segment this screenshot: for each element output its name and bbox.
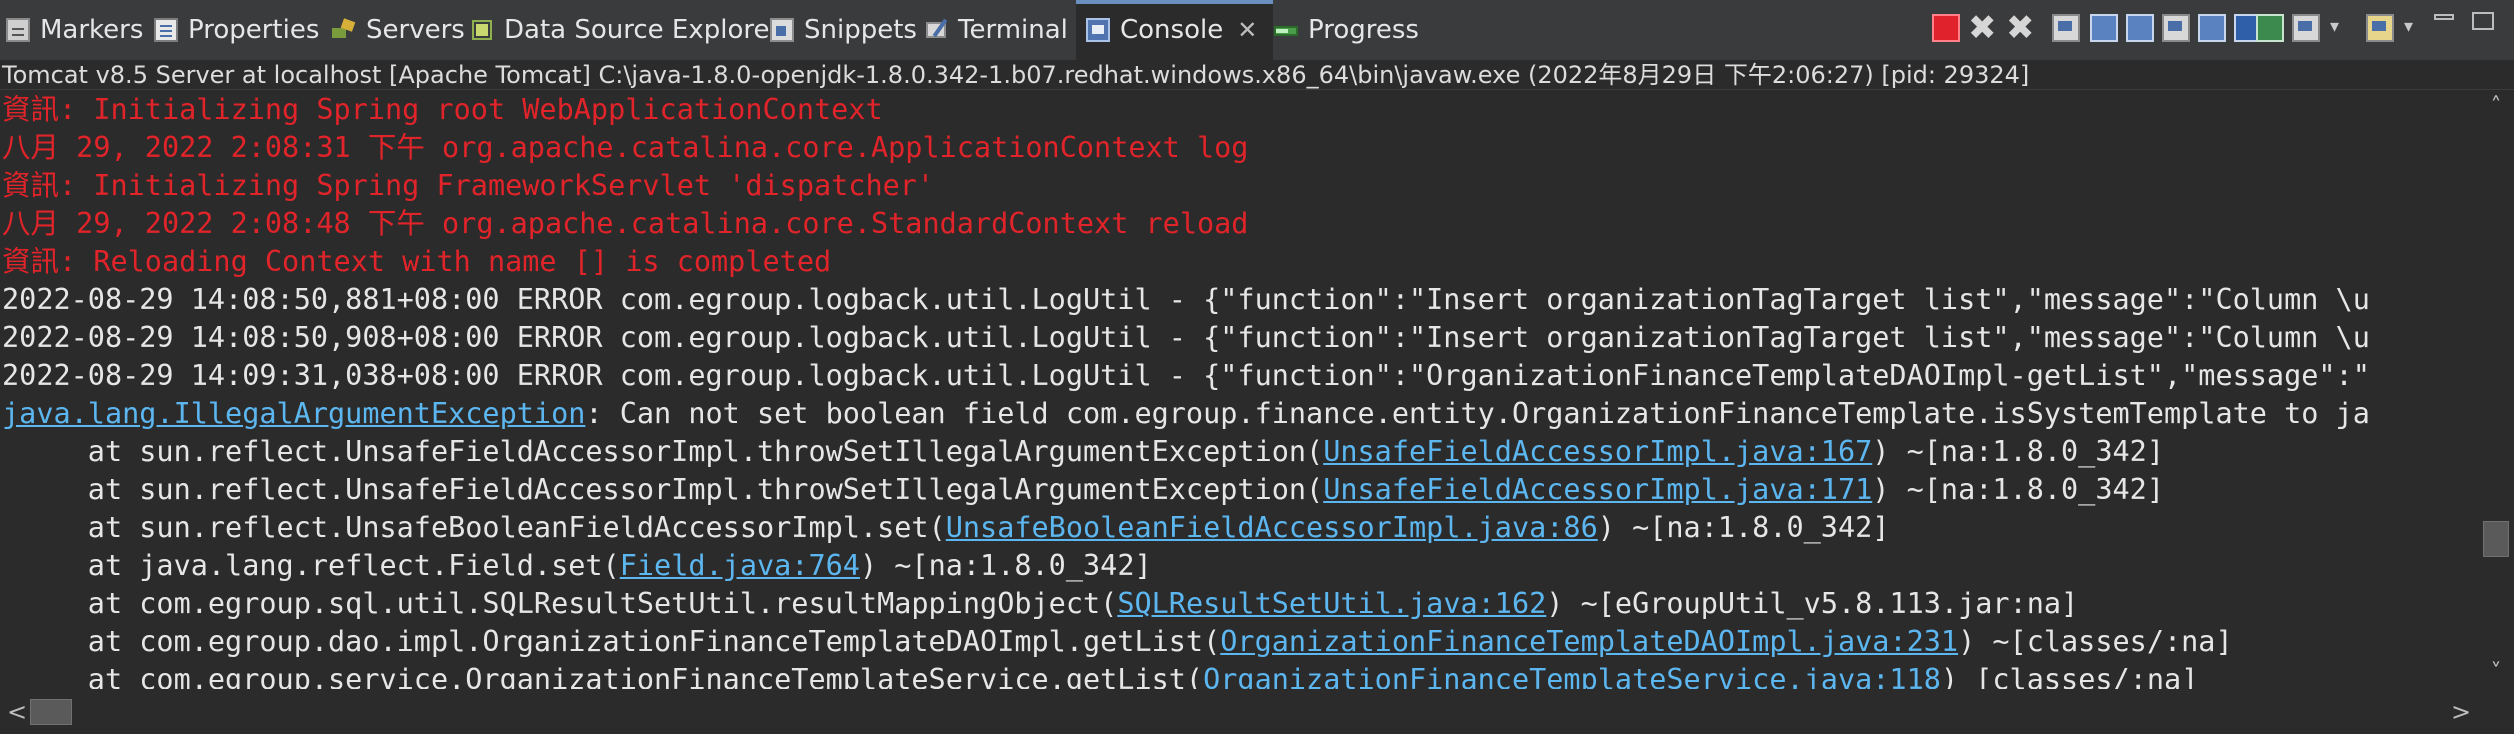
console-line: 資訊: Reloading Context with name [] is co…	[2, 243, 831, 281]
tab-properties-label: Properties	[188, 15, 320, 45]
word-wrap-icon[interactable]	[2126, 14, 2154, 42]
stack-trace-link[interactable]: SQLResultSetUtil.java:162	[1117, 587, 1546, 620]
stack-trace-link[interactable]: java.lang.IllegalArgumentException	[2, 397, 585, 430]
console-line: at com.egroup.service.OrganizationFinanc…	[2, 661, 2199, 689]
tab-progress[interactable]: Progress	[1274, 0, 1419, 60]
console-text: at sun.reflect.UnsafeFieldAccessorImpl.t…	[2, 435, 1324, 468]
display-selected-console-icon[interactable]	[2256, 14, 2284, 42]
console-text: at com.egroup.sql.util.SQLResultSetUtil.…	[2, 587, 1118, 620]
tab-console-label: Console	[1120, 15, 1224, 45]
console-text: ) ~[na:1.8.0_342]	[859, 549, 1152, 582]
data-source-explorer-icon	[470, 18, 494, 42]
show-on-stderr-icon[interactable]	[2198, 14, 2226, 42]
view-menu-icon[interactable]: ▾	[2404, 16, 2413, 37]
tab-data-source-explorer-label: Data Source Explorer	[504, 15, 781, 45]
console-text: at sun.reflect.UnsafeBooleanFieldAccesso…	[2, 511, 946, 544]
console-text: ) ~[eGroupUtil_v5.8.113.jar:na]	[1546, 587, 2079, 620]
console-text: at com.egroup.service.OrganizationFinanc…	[2, 663, 1204, 689]
tab-progress-label: Progress	[1308, 15, 1419, 45]
console-line: at sun.reflect.UnsafeBooleanFieldAccesso…	[2, 509, 1890, 547]
console-text: 八月 29, 2022 2:08:31 下午 org.apache.catali…	[2, 131, 1249, 164]
tab-terminal[interactable]: Terminal	[924, 0, 1068, 60]
scroll-up-icon[interactable]: ˄	[2478, 93, 2514, 121]
console-line: 2022-08-29 14:08:50,908+08:00 ERROR com.…	[2, 319, 2370, 357]
console-text: : Can not set boolean field com.egroup.f…	[585, 397, 2370, 430]
markers-icon	[6, 18, 30, 42]
stack-trace-link[interactable]: OrganizationFinanceTemplateDAOImpl.java:…	[1220, 625, 1958, 658]
close-icon[interactable]: ✕	[1237, 16, 1257, 44]
tab-markers-label: Markers	[40, 15, 144, 45]
console-text: ) ~[na:1.8.0_342]	[1872, 435, 2164, 468]
console-line: java.lang.IllegalArgumentException: Can …	[2, 395, 2370, 433]
show-on-stdout-icon[interactable]	[2162, 14, 2190, 42]
progress-icon	[1274, 18, 1298, 42]
stack-trace-link[interactable]: OrganizationFinanceTemplateService.java:…	[1203, 663, 1941, 689]
console-text: ) ~[na:1.8.0_342]	[1872, 473, 2164, 506]
vertical-scrollbar[interactable]: ˄ ˅	[2478, 91, 2514, 689]
console-text: 資訊: Reloading Context with name [] is co…	[2, 245, 832, 278]
console-line: 資訊: Initializing Spring FrameworkServlet…	[2, 167, 934, 205]
process-description: Tomcat v8.5 Server at localhost [Apache …	[0, 60, 2514, 90]
console-line: 八月 29, 2022 2:08:48 下午 org.apache.catali…	[2, 205, 1248, 243]
console-line: at sun.reflect.UnsafeFieldAccessorImpl.t…	[2, 433, 2164, 471]
servers-icon	[332, 18, 356, 42]
console-icon	[1086, 18, 1110, 42]
scrollbar-corner	[2478, 689, 2514, 734]
scroll-right-icon[interactable]: >	[2446, 697, 2476, 727]
new-console-view-icon[interactable]	[2366, 14, 2394, 42]
console-line: 2022-08-29 14:09:31,038+08:00 ERROR com.…	[2, 357, 2370, 395]
console-line: 2022-08-29 14:08:50,881+08:00 ERROR com.…	[2, 281, 2370, 319]
console-text: ) ~[na:1.8.0_342]	[1597, 511, 1890, 544]
terminal-icon	[924, 18, 948, 42]
maximize-icon[interactable]	[2472, 12, 2494, 30]
tab-terminal-label: Terminal	[958, 15, 1068, 45]
stack-trace-link[interactable]: UnsafeFieldAccessorImpl.java:167	[1323, 435, 1872, 468]
remove-launch-icon[interactable]: ✖	[1968, 11, 1997, 45]
vertical-scroll-thumb[interactable]	[2483, 521, 2509, 557]
stack-trace-link[interactable]: UnsafeFieldAccessorImpl.java:171	[1323, 473, 1872, 506]
console-line: at com.egroup.dao.impl.OrganizationFinan…	[2, 623, 2233, 661]
open-console-icon[interactable]	[2292, 14, 2320, 42]
console-text: 2022-08-29 14:08:50,908+08:00 ERROR com.…	[2, 321, 2370, 354]
view-tab-bar: Markers Properties Servers Data Source E…	[0, 0, 2514, 61]
tab-markers[interactable]: Markers	[6, 0, 143, 60]
tab-properties[interactable]: Properties	[154, 0, 319, 60]
console-text: 資訊: Initializing Spring FrameworkServlet…	[2, 169, 935, 202]
scroll-lock-icon[interactable]	[2090, 14, 2118, 42]
console-output[interactable]: 資訊: Initializing Spring root WebApplicat…	[0, 91, 2476, 689]
horizontal-scrollbar[interactable]: < >	[0, 689, 2478, 734]
console-text: 八月 29, 2022 2:08:48 下午 org.apache.catali…	[2, 207, 1249, 240]
tab-servers-label: Servers	[366, 15, 465, 45]
tab-snippets[interactable]: Snippets	[770, 0, 917, 60]
console-line: at sun.reflect.UnsafeFieldAccessorImpl.t…	[2, 471, 2164, 509]
tab-servers[interactable]: Servers	[332, 0, 465, 60]
open-console-dropdown-icon[interactable]: ▾	[2330, 16, 2339, 37]
horizontal-scroll-thumb[interactable]	[30, 699, 72, 725]
console-text: ) ~[classes/:na]	[1958, 625, 2233, 658]
console-text: 2022-08-29 14:08:50,881+08:00 ERROR com.…	[2, 283, 2370, 316]
console-text: 資訊: Initializing Spring root WebApplicat…	[2, 93, 883, 126]
stack-trace-link[interactable]: UnsafeBooleanFieldAccessorImpl.java:86	[946, 511, 1598, 544]
console-text: at com.egroup.dao.impl.OrganizationFinan…	[2, 625, 1221, 658]
console-line: at java.lang.reflect.Field.set(Field.jav…	[2, 547, 1152, 585]
tab-snippets-label: Snippets	[804, 15, 917, 45]
console-line: 八月 29, 2022 2:08:31 下午 org.apache.catali…	[2, 129, 1248, 167]
tab-console[interactable]: Console ✕	[1076, 0, 1274, 60]
console-line: at com.egroup.sql.util.SQLResultSetUtil.…	[2, 585, 2078, 623]
clear-console-icon[interactable]	[2052, 14, 2080, 42]
terminate-icon[interactable]	[1932, 14, 1960, 42]
snippets-icon	[770, 18, 794, 42]
tab-data-source-explorer[interactable]: Data Source Explorer	[470, 0, 780, 60]
remove-all-terminated-icon[interactable]: ✖	[2006, 11, 2035, 45]
properties-icon	[154, 18, 178, 42]
console-text: at java.lang.reflect.Field.set(	[2, 549, 620, 582]
minimize-icon[interactable]	[2434, 14, 2454, 20]
console-text: at sun.reflect.UnsafeFieldAccessorImpl.t…	[2, 473, 1324, 506]
scroll-left-icon[interactable]: <	[2, 697, 32, 727]
console-line: 資訊: Initializing Spring root WebApplicat…	[2, 91, 883, 129]
console-text: 2022-08-29 14:09:31,038+08:00 ERROR com.…	[2, 359, 2370, 392]
scroll-down-icon[interactable]: ˅	[2478, 659, 2514, 687]
console-text: ) [classes/:na]	[1940, 663, 2199, 689]
stack-trace-link[interactable]: Field.java:764	[620, 549, 860, 582]
